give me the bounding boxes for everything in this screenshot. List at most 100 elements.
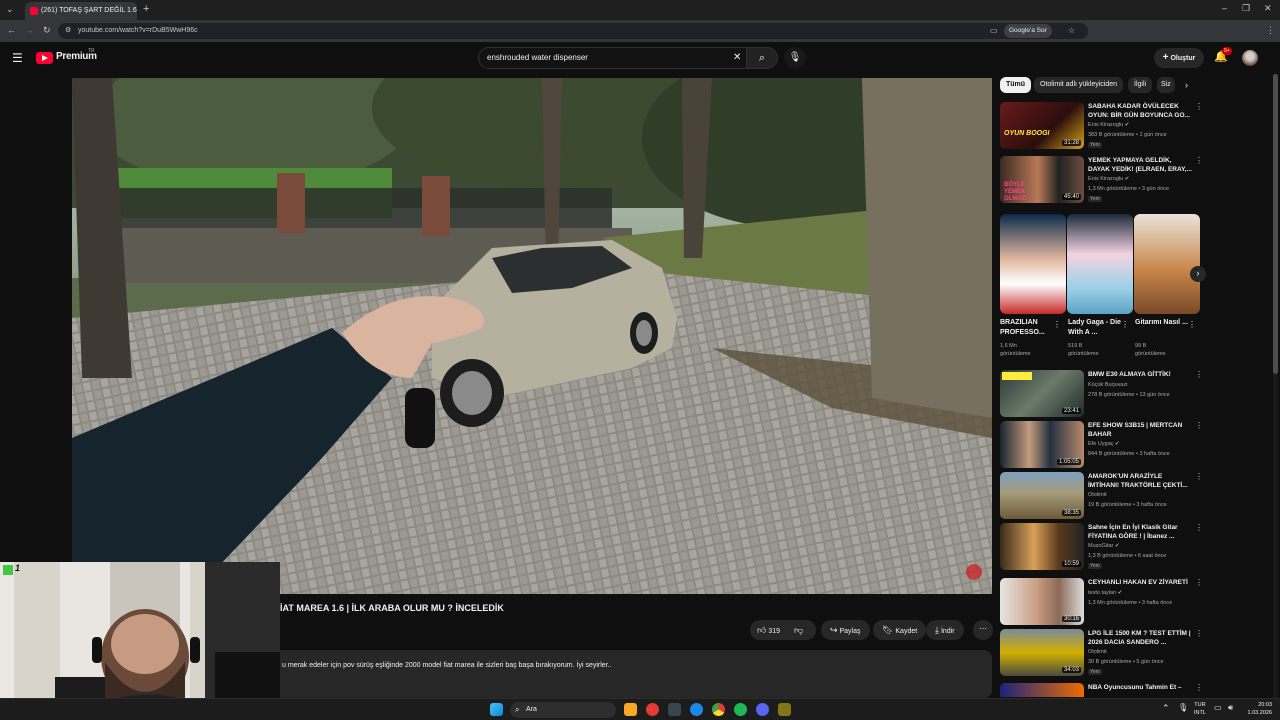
more-options-icon[interactable]: ⋮ — [1195, 523, 1203, 532]
more-options-icon[interactable]: ⋮ — [1195, 472, 1203, 481]
download-button[interactable]: ⤓ İndir — [926, 620, 964, 640]
create-button[interactable]: + Oluştur — [1154, 48, 1204, 68]
network-icon[interactable]: ▭ — [1214, 703, 1222, 712]
video-thumbnail[interactable] — [1000, 683, 1084, 697]
description-box[interactable]: u merak edeler için pov sürüş eşliğinde … — [272, 650, 992, 698]
more-options-icon[interactable]: ⋮ — [1195, 102, 1203, 111]
video-thumbnail[interactable]: BÖYLE YEMEK OLMAZ! 45:40 — [1000, 156, 1084, 203]
more-options-icon[interactable]: ⋮ — [1195, 683, 1200, 692]
recommendation-item[interactable]: OYUN BOOGI 31:28 SABAHA KADAR ÖVÜLECEK O… — [1000, 102, 1203, 152]
maximize-icon[interactable]: ❐ — [1242, 4, 1250, 13]
save-button[interactable]: 🔖︎ Kaydet — [873, 620, 927, 640]
file-explorer-icon[interactable] — [624, 703, 637, 716]
google-ask-button[interactable]: Google'a Sor — [1004, 24, 1052, 38]
duration-badge: 1:05:05 — [1056, 459, 1081, 465]
chip-from-uploader[interactable]: Otolimit adlı yükleyiciden — [1034, 77, 1124, 93]
short-thumbnail[interactable] — [1134, 214, 1200, 314]
video-thumbnail[interactable]: 23:41 — [1000, 370, 1084, 417]
more-options-icon[interactable]: ⋮ — [1195, 629, 1203, 638]
short-title: Lady Gaga - Die With A ... — [1068, 319, 1121, 336]
hamburger-menu-icon[interactable]: ☰ — [12, 51, 23, 65]
short-more-icon[interactable]: ⋮ — [1053, 320, 1061, 329]
video-thumbnail[interactable]: 34:03 — [1000, 629, 1084, 676]
youtube-header: ☰ Premium TR enshrouded water dispenser … — [0, 42, 1280, 74]
windows-start-icon[interactable] — [490, 703, 503, 716]
short-thumbnail[interactable] — [1000, 214, 1066, 314]
show-hidden-icons[interactable]: ⌃ — [1162, 703, 1170, 714]
voice-search-button[interactable]: 🎙 — [784, 47, 806, 69]
shorts-next-button[interactable]: › — [1190, 266, 1206, 282]
description-text: u merak edeler için pov sürüş eşliğinde … — [282, 662, 612, 669]
tab-search-icon[interactable]: ⌄ — [6, 5, 14, 14]
discord-icon[interactable] — [756, 703, 769, 716]
bookmark-star-icon[interactable]: ☆ — [1068, 23, 1075, 39]
site-info-icon[interactable]: ⚙ — [65, 23, 71, 39]
recommendation-item[interactable]: 10:59 Sahne İçin En İyi Klasik Gitar FİY… — [1000, 523, 1203, 573]
recommendation-item[interactable]: 30:16 CEYHANLI HAKAN EV ZİYARETİ testo t… — [1000, 578, 1203, 628]
more-options-icon[interactable]: ⋮ — [1195, 370, 1203, 379]
clock[interactable]: 20:03 1.03.2026 — [1242, 701, 1272, 717]
recommendation-item[interactable]: 38:35 AMAROK'UN ARAZİYLE İMTİHANI! TRAKT… — [1000, 472, 1203, 522]
recommendation-item[interactable]: 34:03 LPG İLE 1500 KM ? TEST ETTİM | 202… — [1000, 629, 1203, 679]
language-indicator[interactable]: TUR INTL — [1194, 701, 1206, 717]
like-button[interactable]: 👍︎ 319 — [750, 620, 790, 640]
short-thumbnail[interactable] — [1067, 214, 1133, 314]
chips-next-chevron-icon[interactable]: › — [1185, 80, 1188, 90]
cast-icon[interactable]: ▭ — [990, 23, 998, 39]
video-thumbnail[interactable]: 10:59 — [1000, 523, 1084, 570]
back-icon[interactable]: ← — [7, 26, 16, 35]
video-thumbnail[interactable]: OYUN BOOGI 31:28 — [1000, 102, 1084, 149]
more-options-icon[interactable]: ⋮ — [1195, 578, 1203, 587]
video-thumbnail[interactable]: 38:35 — [1000, 472, 1084, 519]
chip-all[interactable]: Tümü — [1000, 77, 1032, 93]
taskbar-search[interactable]: ⌕ Ara — [510, 702, 616, 718]
address-bar[interactable]: ⚙ youtube.com/watch?v=rDuB5WwH96c ▭ Goog… — [58, 23, 1088, 39]
browser-tab[interactable]: (261) TOFAŞ ŞART DEĞİL 1.6 — [25, 2, 137, 20]
taskbar-search-placeholder: Ara — [526, 706, 537, 713]
channel-name: Otolimit — [1088, 492, 1107, 498]
spotify-icon[interactable] — [734, 703, 747, 716]
channel-name: Otolimit — [1088, 649, 1107, 655]
reload-icon[interactable]: ↻ — [43, 26, 51, 35]
search-button[interactable]: ⌕ — [746, 47, 778, 69]
scrollbar-thumb[interactable] — [1273, 74, 1278, 374]
app-icon-red[interactable] — [646, 703, 659, 716]
like-count: 319 — [768, 628, 781, 635]
more-options-icon[interactable]: ⋮ — [1195, 156, 1203, 165]
recommendation-title: AMAROK'UN ARAZİYLE İMTİHANI! TRAKTÖRLE Ç… — [1088, 473, 1188, 489]
new-tab-icon[interactable]: + — [143, 4, 149, 15]
clear-search-icon[interactable]: ✕ — [733, 48, 741, 68]
close-window-icon[interactable]: ✕ — [1264, 4, 1272, 13]
share-button[interactable]: ↪ Paylaş — [821, 620, 870, 640]
steam-icon[interactable] — [690, 703, 703, 716]
search-input[interactable]: enshrouded water dispenser ✕ — [478, 47, 748, 69]
video-thumbnail[interactable]: 1:05:05 — [1000, 421, 1084, 468]
chip-for-you[interactable]: Siz — [1157, 77, 1175, 93]
like-dislike-group: 👍︎ 319 👎︎ — [750, 620, 816, 640]
recommendation-item[interactable]: BÖYLE YEMEK OLMAZ! 45:40 YEMEK YAPMAYA G… — [1000, 156, 1203, 206]
page-scrollbar[interactable] — [1273, 74, 1278, 698]
recommendation-item[interactable]: 23:41 BMW E30 ALMAYA GİTTİK! Küçük Burju… — [1000, 370, 1203, 420]
chrome-icon[interactable] — [712, 703, 725, 716]
more-options-icon[interactable]: ⋮ — [1195, 421, 1203, 430]
minimize-icon[interactable]: – — [1222, 4, 1227, 13]
recommendation-item[interactable]: NBA Oyuncusunu Tahmin Et – ⋮ — [1000, 683, 1200, 697]
browser-menu-icon[interactable]: ⋮ — [1266, 26, 1275, 35]
forward-icon[interactable]: → — [25, 26, 34, 35]
dislike-button[interactable]: 👎︎ — [794, 620, 816, 640]
short-more-icon[interactable]: ⋮ — [1121, 320, 1129, 329]
chip-related[interactable]: İlgili — [1128, 77, 1153, 93]
account-avatar[interactable] — [1242, 50, 1258, 66]
video-player[interactable] — [72, 78, 992, 594]
more-actions-button[interactable]: ⋯ — [973, 620, 993, 640]
app-icon-yellow[interactable] — [778, 703, 791, 716]
volume-icon[interactable]: 🔊︎ — [1228, 703, 1233, 713]
clock-date: 1.03.2026 — [1247, 710, 1272, 716]
microphone-tray-icon[interactable]: 🎙 — [1178, 703, 1188, 712]
video-thumbnail[interactable]: 30:16 — [1000, 578, 1084, 625]
recommendation-item[interactable]: 1:05:05 EFE SHOW S3B15 | MERTCAN BAHAR E… — [1000, 421, 1203, 471]
short-views-label: görüntüleme — [1135, 351, 1166, 357]
app-icon-terminal[interactable] — [668, 703, 681, 716]
short-more-icon[interactable]: ⋮ — [1188, 320, 1196, 329]
clock-time: 20:03 — [1258, 702, 1272, 708]
